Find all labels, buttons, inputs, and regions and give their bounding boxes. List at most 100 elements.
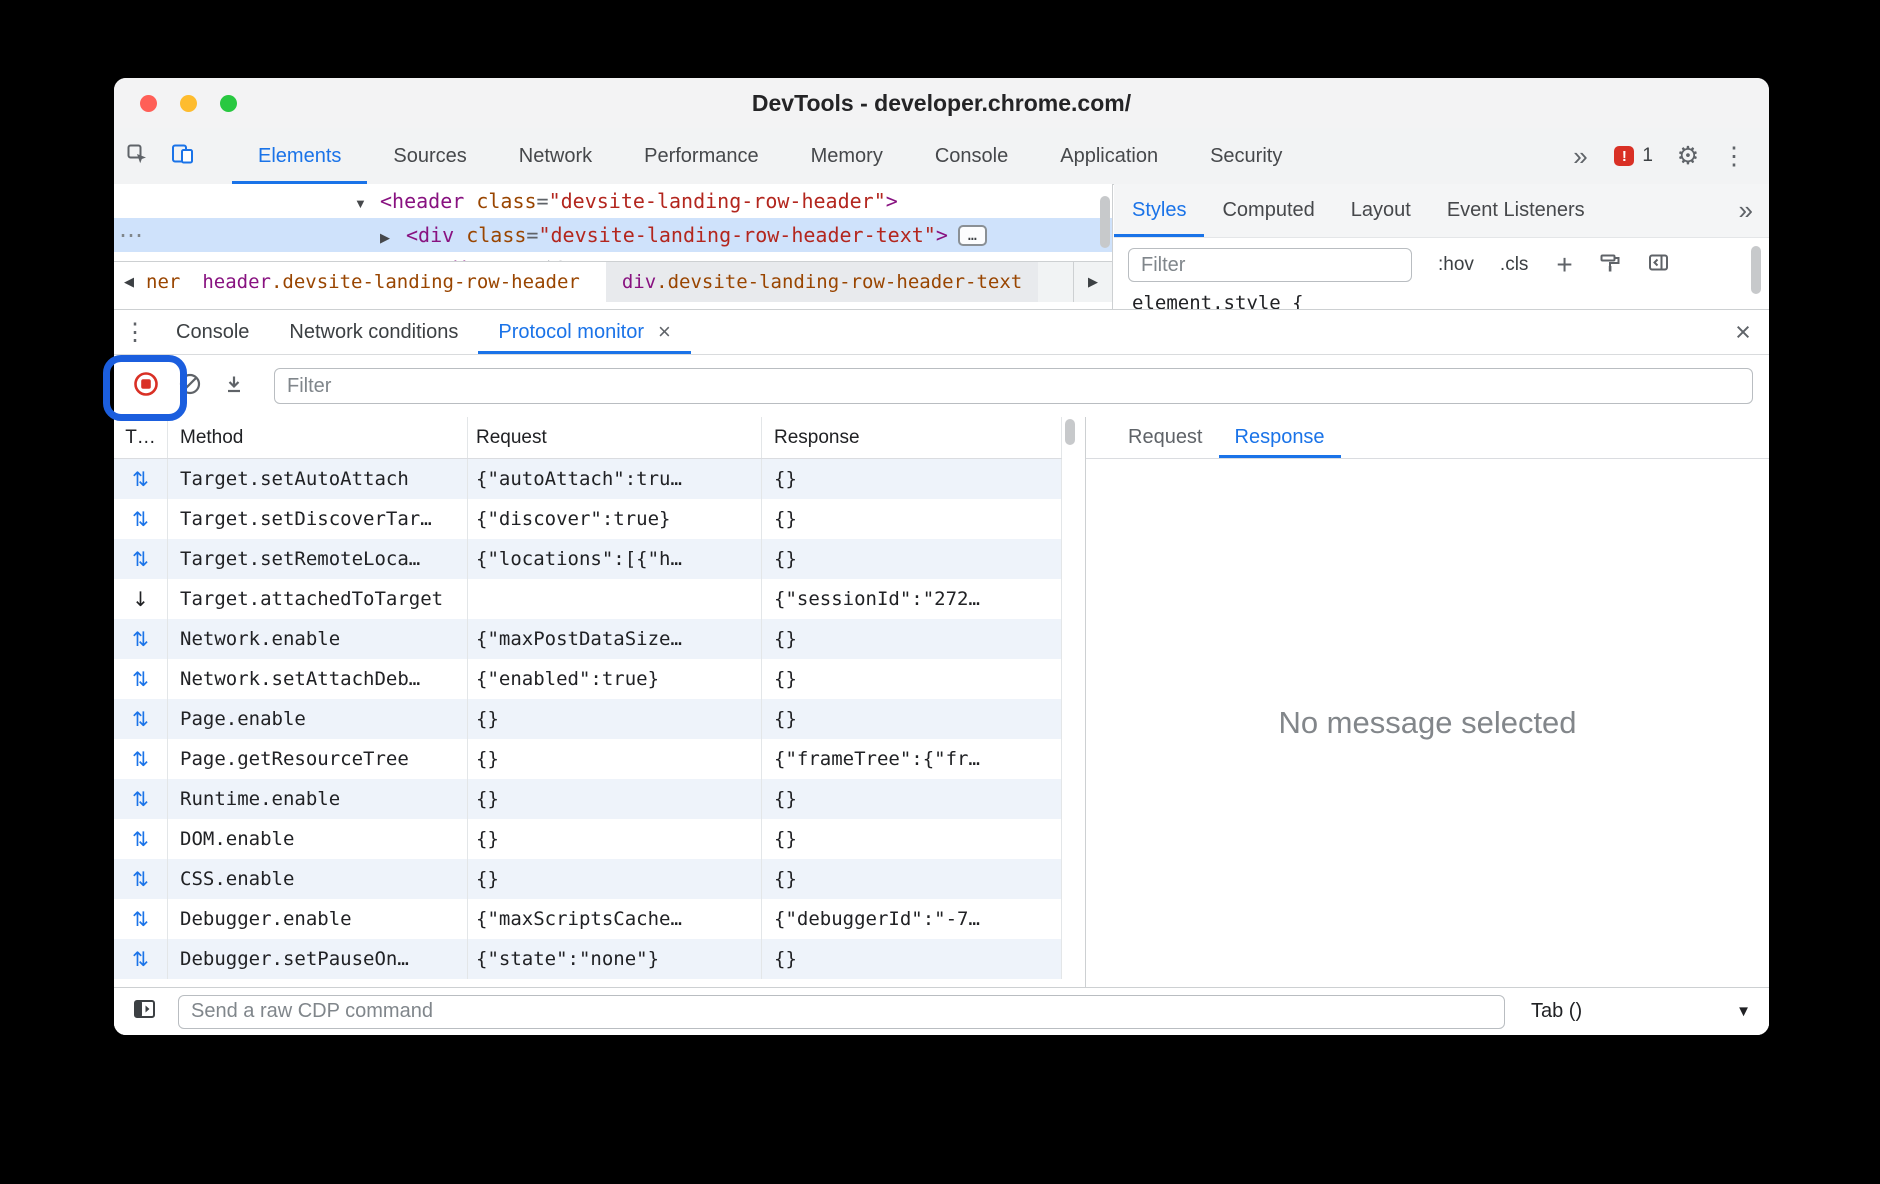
breadcrumb-spacer <box>1038 262 1073 302</box>
style-rule-clipped: element.style { <box>1114 292 1769 309</box>
empty-state-message: No message selected <box>1086 459 1769 987</box>
new-style-rule-button[interactable]: + <box>1556 251 1572 279</box>
toggle-sidebar-button[interactable] <box>132 997 166 1026</box>
method-cell: Runtime.enable <box>168 779 468 819</box>
breadcrumb-scroll-right-icon[interactable]: ▶ <box>1073 262 1112 302</box>
drawer-menu-icon[interactable]: ⋮ <box>114 310 156 354</box>
tab-console[interactable]: Console <box>909 128 1034 184</box>
issues-counter[interactable]: ! 1 <box>1602 145 1665 167</box>
toggle-element-state-button[interactable]: :hov <box>1438 254 1474 276</box>
method-cell: CSS.enable <box>168 859 468 899</box>
more-panels-chevron-icon[interactable]: » <box>1558 141 1602 172</box>
breadcrumb-item-div-selected[interactable]: div.devsite-landing-row-header-text <box>606 262 1038 302</box>
tab-performance[interactable]: Performance <box>618 128 785 184</box>
customize-devtools-menu-icon[interactable]: ⋮ <box>1711 144 1757 169</box>
toolbar-right-cluster: » ! 1 ⚙ ⋮ <box>1558 128 1769 184</box>
breadcrumb-item-clipped[interactable]: ner <box>144 262 194 302</box>
received-icon: ↓ <box>132 587 149 611</box>
table-row[interactable]: ⇅Debugger.setPauseOn…{"state":"none"}{} <box>114 939 1062 979</box>
cdp-command-input[interactable] <box>178 995 1505 1029</box>
close-window-button[interactable] <box>140 95 157 112</box>
styles-filter-input[interactable] <box>1128 248 1412 282</box>
table-row[interactable]: ⇅Page.getResourceTree{}{"frameTree":{"fr… <box>114 739 1062 779</box>
sent-received-icon: ⇅ <box>132 467 149 491</box>
dom-tree: ▼<header class="devsite-landing-row-head… <box>114 184 1112 261</box>
collapse-arrow-icon[interactable]: ▶ <box>380 221 406 255</box>
close-drawer-icon[interactable]: × <box>1717 310 1769 354</box>
protocol-filter-input[interactable] <box>274 368 1753 404</box>
drawer-tab-console[interactable]: Console <box>156 310 269 354</box>
inline-expand-button[interactable]: … <box>958 225 987 246</box>
column-header-type[interactable]: T… <box>114 417 168 458</box>
target-selector[interactable]: Tab () ▼ <box>1531 1000 1751 1023</box>
tab-computed[interactable]: Computed <box>1204 184 1332 237</box>
detail-tab-response[interactable]: Response <box>1219 417 1341 458</box>
tab-application[interactable]: Application <box>1034 128 1184 184</box>
table-row[interactable]: ⇅CSS.enable{}{} <box>114 859 1062 899</box>
element-style-text: element.style { <box>1132 292 1304 309</box>
toggle-device-toolbar-button[interactable] <box>160 128 206 184</box>
dom-node-closing[interactable]: </div> == $0 <box>114 252 1112 261</box>
table-scrollbar[interactable] <box>1065 419 1075 445</box>
window-title: DevTools - developer.chrome.com/ <box>114 78 1769 128</box>
drawer-tab-network-conditions[interactable]: Network conditions <box>269 310 478 354</box>
styles-scrollbar[interactable] <box>1751 246 1761 294</box>
table-row[interactable]: ⇅Debugger.enable{"maxScriptsCache…{"debu… <box>114 899 1062 939</box>
expand-sidebar-icon <box>132 997 158 1026</box>
detail-tab-request[interactable]: Request <box>1112 417 1219 458</box>
table-row[interactable]: ↓Target.attachedToTarget{"sessionId":"27… <box>114 579 1062 619</box>
request-cell: {"locations":[{"h… <box>468 539 762 579</box>
rendering-emulations-button[interactable] <box>1599 252 1621 279</box>
tab-elements[interactable]: Elements <box>232 128 367 184</box>
table-row[interactable]: ⇅DOM.enable{}{} <box>114 819 1062 859</box>
crumb-tag: header <box>202 271 271 293</box>
save-messages-button[interactable] <box>212 364 256 408</box>
tag-close-token: > <box>886 189 898 213</box>
tab-styles[interactable]: Styles <box>1114 184 1204 237</box>
tab-layout[interactable]: Layout <box>1333 184 1429 237</box>
eq-token: = <box>537 189 549 213</box>
clear-all-button[interactable] <box>168 364 212 408</box>
method-cell: Network.enable <box>168 619 468 659</box>
column-header-request[interactable]: Request <box>468 417 762 458</box>
breadcrumb-item-header[interactable]: header.devsite-landing-row-header <box>194 262 606 302</box>
response-cell: {} <box>762 699 1062 739</box>
method-cell: Target.attachedToTarget <box>168 579 468 619</box>
table-row[interactable]: ⇅Page.enable{}{} <box>114 699 1062 739</box>
tab-event-listeners[interactable]: Event Listeners <box>1429 184 1603 237</box>
drawer-tab-protocol-monitor[interactable]: Protocol monitor× <box>478 310 690 354</box>
minimize-window-button[interactable] <box>180 95 197 112</box>
tab-memory[interactable]: Memory <box>785 128 909 184</box>
more-styles-tabs-chevron-icon[interactable]: » <box>1739 184 1769 237</box>
toggle-computed-sidebar-button[interactable] <box>1647 251 1671 280</box>
elements-scrollbar[interactable] <box>1100 196 1110 248</box>
element-classes-button[interactable]: .cls <box>1500 254 1529 276</box>
tab-network[interactable]: Network <box>493 128 618 184</box>
tab-sources[interactable]: Sources <box>367 128 492 184</box>
dom-node-header[interactable]: ▼<header class="devsite-landing-row-head… <box>114 184 1112 218</box>
response-cell: {} <box>762 499 1062 539</box>
node-options-dots-icon[interactable]: ⋯ <box>119 218 143 252</box>
styles-tab-bar: Styles Computed Layout Event Listeners » <box>1114 184 1769 238</box>
cdp-command-bar: Tab () ▼ <box>114 987 1769 1035</box>
table-row[interactable]: ⇅Network.enable{"maxPostDataSize…{} <box>114 619 1062 659</box>
table-row[interactable]: ⇅Target.setRemoteLoca…{"locations":[{"h…… <box>114 539 1062 579</box>
table-row[interactable]: ⇅Network.setAttachDeb…{"enabled":true}{} <box>114 659 1062 699</box>
inspect-element-button[interactable] <box>114 128 160 184</box>
tab-security[interactable]: Security <box>1184 128 1308 184</box>
request-cell: {"autoAttach":tru… <box>468 459 762 499</box>
column-header-response[interactable]: Response <box>762 417 1062 458</box>
table-row[interactable]: ⇅Target.setDiscoverTar…{"discover":true}… <box>114 499 1062 539</box>
traffic-lights <box>140 95 237 112</box>
column-header-method[interactable]: Method <box>168 417 468 458</box>
table-row[interactable]: ⇅Target.setAutoAttach{"autoAttach":tru…{… <box>114 459 1062 499</box>
settings-gear-icon[interactable]: ⚙ <box>1665 144 1711 169</box>
breadcrumb-scroll-left-icon[interactable]: ◀ <box>114 262 144 302</box>
response-cell: {} <box>762 459 1062 499</box>
table-row[interactable]: ⇅Runtime.enable{}{} <box>114 779 1062 819</box>
zoom-window-button[interactable] <box>220 95 237 112</box>
close-tab-icon[interactable]: × <box>658 319 671 345</box>
record-toggle-button[interactable] <box>124 364 168 408</box>
dom-node-selected[interactable]: ▶<div class="devsite-landing-row-header-… <box>114 218 1112 252</box>
expand-arrow-icon[interactable]: ▼ <box>354 187 380 221</box>
